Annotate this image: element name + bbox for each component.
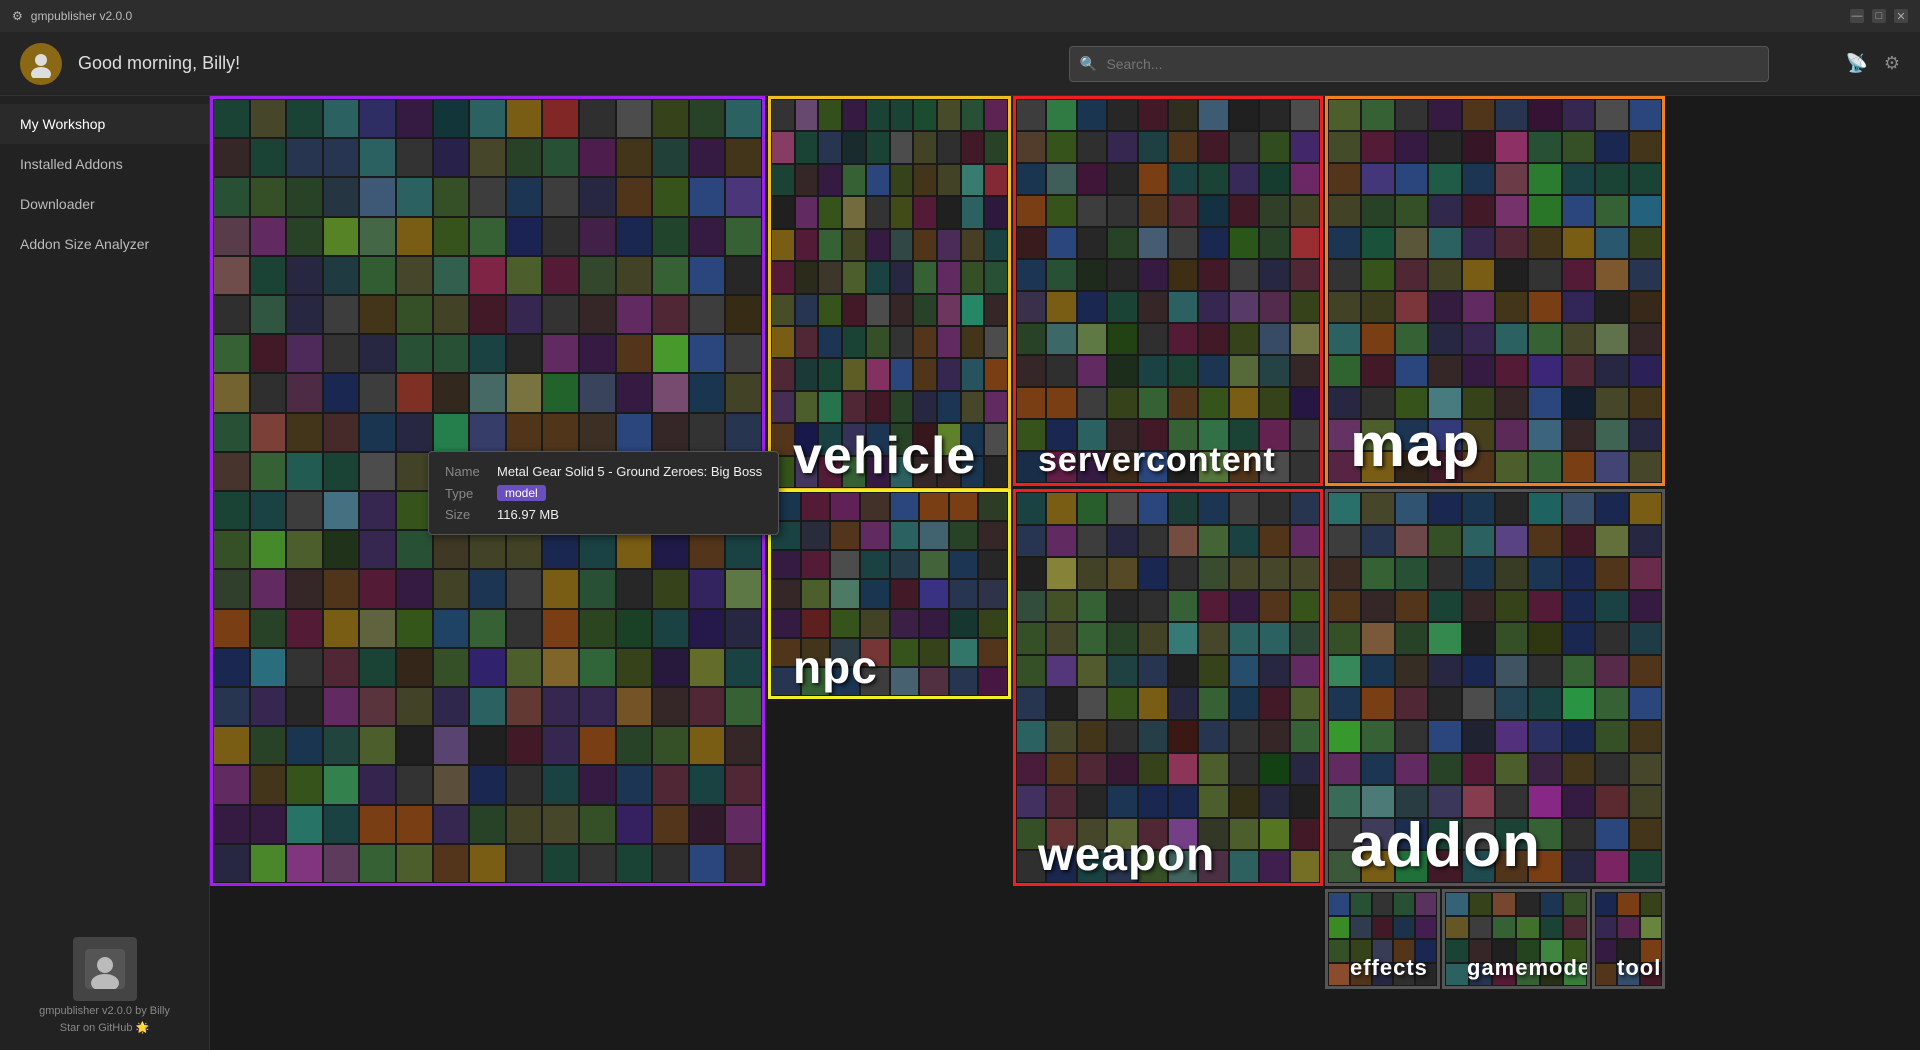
greeting: Good morning, Billy! xyxy=(78,53,240,74)
sidebar-footer-avatar xyxy=(73,937,137,1001)
body: My Workshop Installed Addons Downloader … xyxy=(0,96,1920,1050)
tooltip-size-value: 116.97 MB xyxy=(497,507,559,522)
notifications-icon[interactable]: 📡 xyxy=(1845,53,1867,74)
effects-label: effects xyxy=(1328,951,1437,986)
titlebar-controls: — □ ✕ xyxy=(1850,9,1908,23)
header-icons: 📡 ⚙ xyxy=(1845,53,1900,74)
treemap-segment-map[interactable]: map xyxy=(1325,96,1665,486)
treemap-segment-servercontent[interactable]: servercontent xyxy=(1013,96,1323,486)
treemap-segment-effects[interactable]: effects xyxy=(1325,889,1440,989)
tooltip: Name Metal Gear Solid 5 - Ground Zeroes:… xyxy=(428,451,779,535)
tooltip-name-value: Metal Gear Solid 5 - Ground Zeroes: Big … xyxy=(497,464,762,479)
settings-icon[interactable]: ⚙ xyxy=(1884,53,1900,74)
sidebar-item-installed-addons[interactable]: Installed Addons xyxy=(0,144,209,184)
sidebar-item-downloader[interactable]: Downloader xyxy=(0,184,209,224)
sidebar-footer: gmpublisher v2.0.0 by Billy Star on GitH… xyxy=(0,921,209,1050)
app-container: Good morning, Billy! 🔍 📡 ⚙ My Workshop I… xyxy=(0,32,1920,1050)
app-icon: ⚙ xyxy=(12,9,23,23)
npc-label: npc xyxy=(771,638,1008,696)
treemap-segment-vehicle[interactable]: vehicle xyxy=(768,96,1011,491)
tooltip-size-label: Size xyxy=(445,507,485,522)
close-button[interactable]: ✕ xyxy=(1894,9,1908,23)
tooltip-name-label: Name xyxy=(445,464,485,479)
header: Good morning, Billy! 🔍 📡 ⚙ xyxy=(0,32,1920,96)
treemap-segment-tool[interactable]: tool xyxy=(1592,889,1665,989)
weapon-label: weapon xyxy=(1016,825,1320,883)
treemap: // Generate cells inline - will be done … xyxy=(210,96,1920,1050)
sidebar-footer-github[interactable]: Star on GitHub 🌟 xyxy=(60,1021,150,1034)
avatar xyxy=(20,43,62,85)
sidebar: My Workshop Installed Addons Downloader … xyxy=(0,96,210,1050)
sidebar-item-addon-size-analyzer[interactable]: Addon Size Analyzer xyxy=(0,224,209,264)
main-content: // Generate cells inline - will be done … xyxy=(210,96,1920,1050)
vehicle-label: vehicle xyxy=(771,424,1008,488)
treemap-segment-addon[interactable]: addon xyxy=(1325,489,1665,886)
servercontent-label: servercontent xyxy=(1016,437,1320,483)
treemap-segment-npc[interactable]: npc xyxy=(768,489,1011,699)
maximize-button[interactable]: □ xyxy=(1872,9,1886,23)
treemap-segment-weapon[interactable]: weapon xyxy=(1013,489,1323,886)
sidebar-footer-app-name: gmpublisher v2.0.0 by Billy xyxy=(39,1005,170,1017)
titlebar-title: ⚙ gmpublisher v2.0.0 xyxy=(12,9,132,23)
tool-label: tool xyxy=(1595,951,1662,986)
search-icon: 🔍 xyxy=(1079,55,1096,72)
search-input[interactable] xyxy=(1069,46,1769,82)
tooltip-type-label: Type xyxy=(445,486,485,501)
minimize-button[interactable]: — xyxy=(1850,9,1864,23)
model-label xyxy=(213,871,762,883)
gamemode-label: gamemode xyxy=(1445,951,1587,986)
map-label: map xyxy=(1328,409,1662,483)
tooltip-type-badge: model xyxy=(497,485,546,501)
search-container: 🔍 xyxy=(1069,46,1769,82)
titlebar: ⚙ gmpublisher v2.0.0 — □ ✕ xyxy=(0,0,1920,32)
treemap-segment-gamemode[interactable]: gamemode xyxy=(1442,889,1590,989)
sidebar-item-my-workshop[interactable]: My Workshop xyxy=(0,104,209,144)
addon-label: addon xyxy=(1328,809,1662,883)
